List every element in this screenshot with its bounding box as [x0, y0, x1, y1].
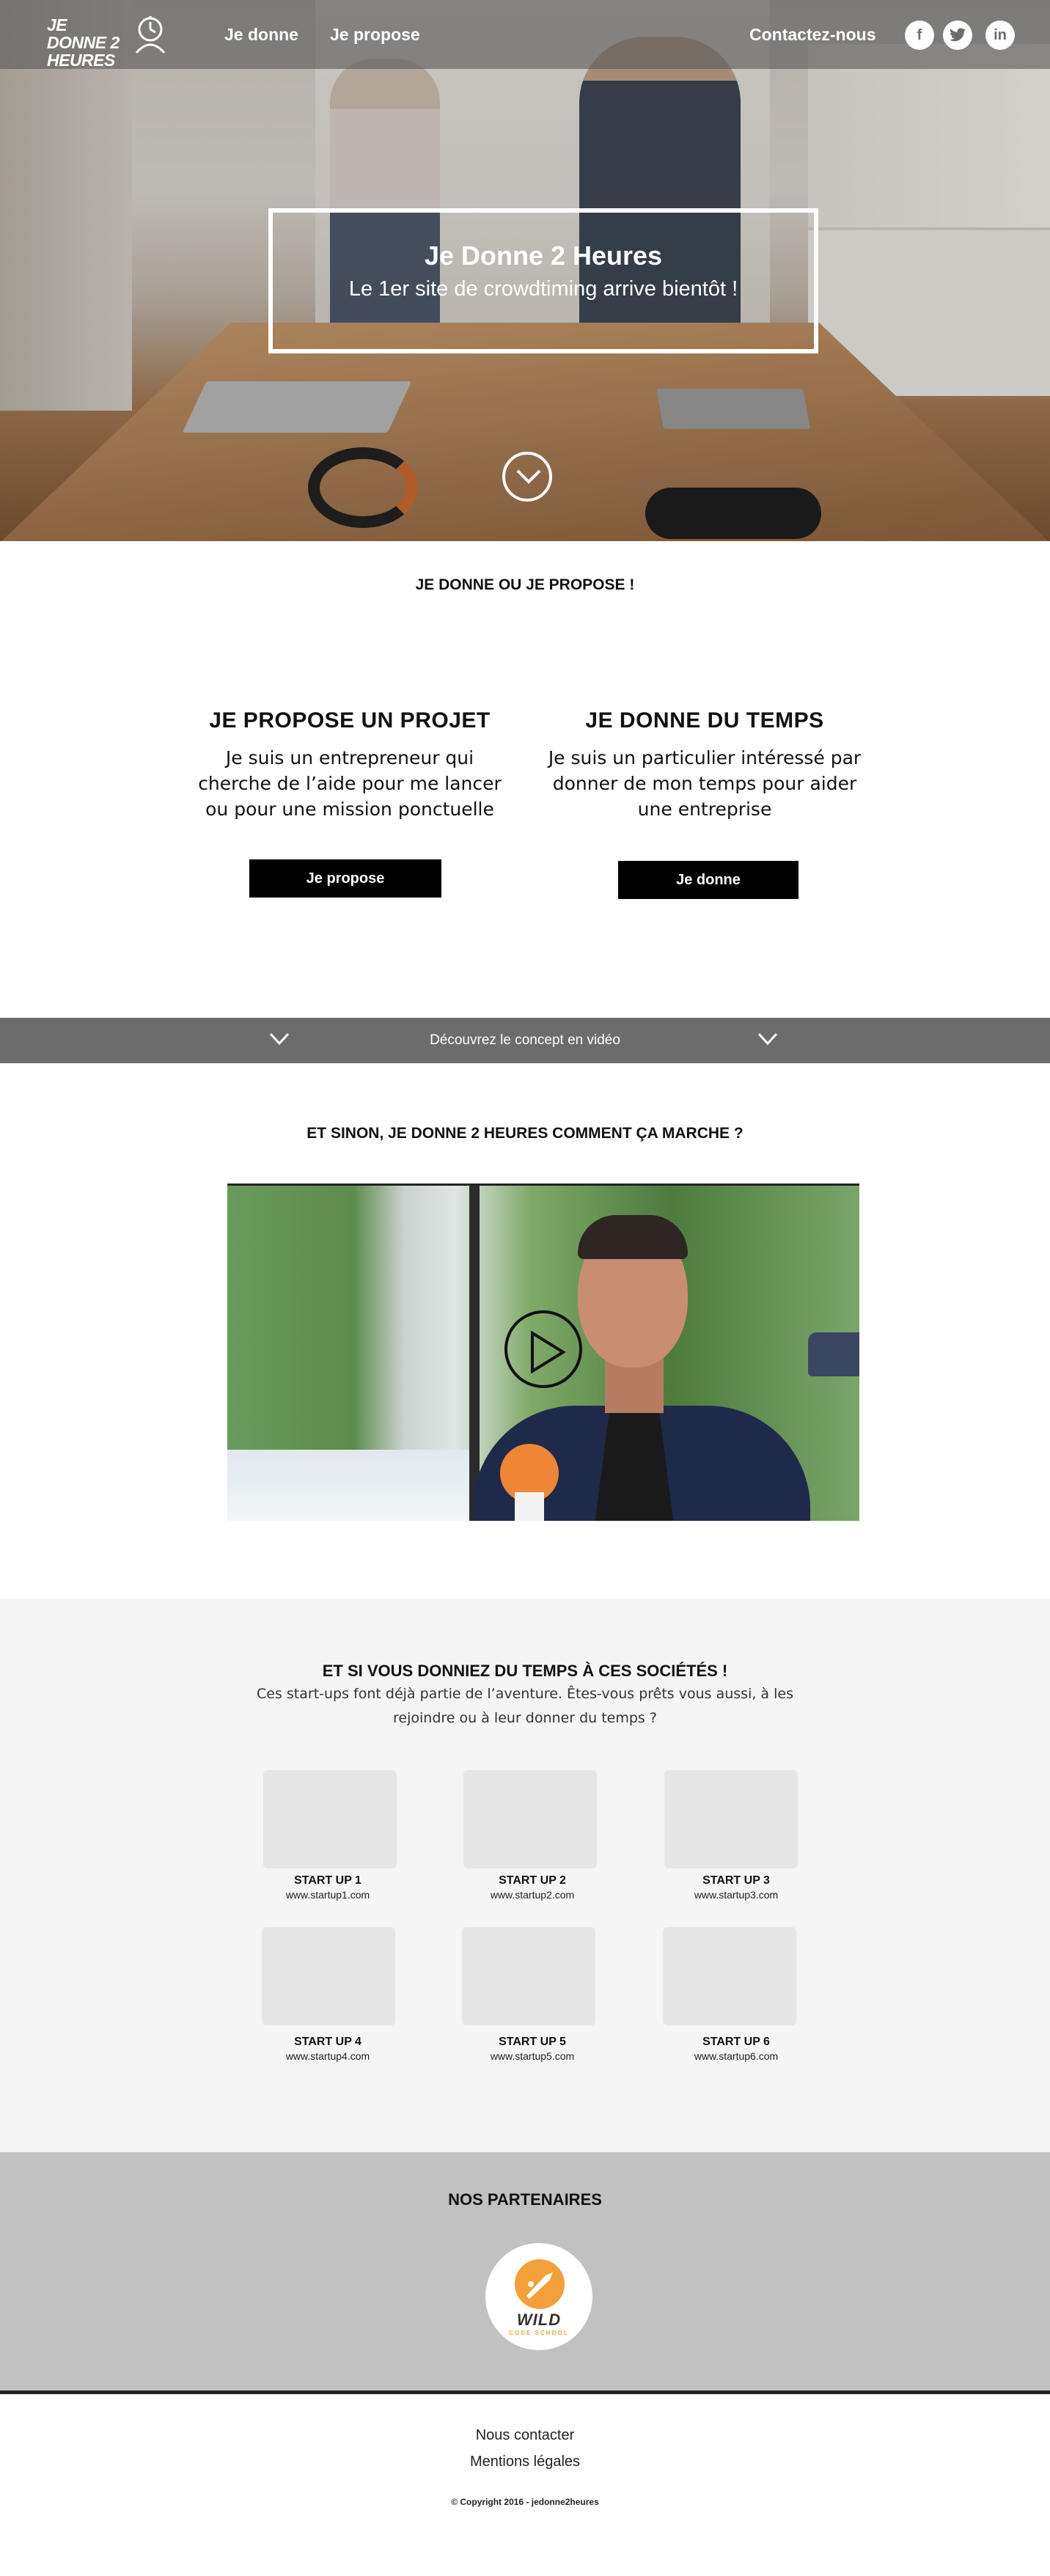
partner-logo-mark	[515, 2259, 565, 2309]
startup-name: START UP 6	[702, 2036, 770, 2048]
startup-card-image[interactable]	[463, 1770, 597, 1868]
footer-contact-link[interactable]: Nous contacter	[0, 2427, 1050, 2444]
nav-link-je-donne[interactable]: Je donne	[224, 25, 298, 45]
linkedin-icon[interactable]: in	[985, 21, 1015, 50]
hero-banner: Je Donne 2 Heures Le 1er site de crowdti…	[0, 0, 1050, 541]
play-icon	[531, 1331, 566, 1373]
startups-subtitle: Ces start-ups font déjà partie de l’aven…	[257, 1686, 793, 1726]
startup-url[interactable]: www.startup5.com	[437, 2050, 628, 2062]
footer-legal-link[interactable]: Mentions légales	[0, 2454, 1050, 2470]
how-heading: ET SINON, JE DONNE 2 HEURES COMMENT ÇA M…	[306, 1125, 744, 1142]
je-donne-button[interactable]: Je donne	[618, 861, 798, 899]
propose-text: Je suis un entrepreneur qui cherche de l…	[198, 747, 502, 820]
site-logo[interactable]: JE DONNE 2 HEURES	[47, 15, 172, 69]
video-still-hair	[578, 1215, 688, 1259]
startup-url[interactable]: www.startup1.com	[232, 1889, 423, 1901]
startup-name: START UP 5	[499, 2036, 566, 2048]
startups-heading: ET SI VOUS DONNIEZ DU TEMPS À CES SOCIÉT…	[322, 1662, 728, 1680]
hero-title: Je Donne 2 Heures	[424, 241, 663, 271]
facebook-icon[interactable]: f	[905, 21, 934, 50]
stopwatch-person-icon	[135, 16, 166, 54]
partner-logo-school-text: CODE SCHOOL	[509, 2330, 569, 2336]
video-still-microphone-handle	[515, 1492, 544, 1521]
startup-card-image[interactable]	[663, 1927, 796, 2025]
partners-section: NOS PARTENAIRES WILD CODE SCHOOL	[0, 2152, 1050, 2394]
je-propose-button[interactable]: Je propose	[249, 859, 441, 898]
nav-link-je-propose[interactable]: Je propose	[330, 25, 420, 45]
startups-section: ET SI VOUS DONNIEZ DU TEMPS À CES SOCIÉT…	[0, 1599, 1050, 2152]
startup-url[interactable]: www.startup2.com	[437, 1889, 628, 1901]
chevron-down-icon	[516, 469, 541, 484]
startup-url[interactable]: www.startup6.com	[641, 2050, 831, 2062]
startup-card-image[interactable]	[263, 1770, 397, 1868]
startup-name: START UP 1	[294, 1874, 361, 1887]
top-navigation: JE DONNE 2 HEURES Je donne Je propose Co…	[0, 0, 1050, 69]
startup-url[interactable]: www.startup3.com	[641, 1889, 831, 1901]
chevron-down-icon	[757, 1032, 778, 1046]
partner-logo-wild-text: WILD	[516, 2311, 562, 2329]
donne-title: JE DONNE DU TEMPS	[585, 708, 824, 733]
scroll-down-button[interactable]	[502, 452, 552, 502]
hero-title-box: Je Donne 2 Heures Le 1er site de crowdti…	[268, 208, 818, 353]
partner-logo-wild-code-school[interactable]: WILD CODE SCHOOL	[485, 2243, 592, 2350]
video-player[interactable]	[227, 1184, 859, 1521]
startup-card-image[interactable]	[262, 1927, 395, 2025]
facebook-glyph: f	[917, 26, 922, 43]
partners-heading: NOS PARTENAIRES	[448, 2190, 602, 2209]
video-bar-label: Découvrez le concept en vidéo	[430, 1032, 620, 1048]
propose-title: JE PROPOSE UN PROJET	[209, 708, 491, 733]
video-concept-bar[interactable]: Découvrez le concept en vidéo	[0, 1018, 1050, 1063]
startup-name: START UP 2	[499, 1874, 566, 1887]
startup-name: START UP 4	[294, 2036, 361, 2048]
startup-name: START UP 3	[702, 1874, 770, 1887]
video-still-car	[808, 1332, 859, 1376]
logo-text: JE DONNE 2 HEURES	[47, 15, 120, 70]
choice-heading: JE DONNE OU JE PROPOSE !	[415, 576, 635, 593]
nav-link-contact[interactable]: Contactez-nous	[749, 25, 876, 45]
video-play-button[interactable]	[504, 1310, 582, 1388]
video-still-window-frame	[469, 1186, 480, 1521]
donne-text: Je suis un particulier intéressé par don…	[548, 747, 862, 820]
hero-subtitle: Le 1er site de crowdtiming arrive bientô…	[348, 277, 738, 301]
twitter-bird-icon	[950, 28, 966, 42]
startup-url[interactable]: www.startup4.com	[232, 2050, 423, 2062]
linkedin-glyph: in	[994, 26, 1007, 43]
video-still-floor	[227, 1450, 469, 1521]
rocket-icon	[526, 2272, 553, 2299]
copyright-text: © Copyright 2016 - jedonne2heures	[451, 2497, 599, 2507]
startup-card-image[interactable]	[462, 1927, 595, 2025]
twitter-icon[interactable]: t	[943, 21, 972, 50]
startup-card-image[interactable]	[664, 1770, 798, 1868]
